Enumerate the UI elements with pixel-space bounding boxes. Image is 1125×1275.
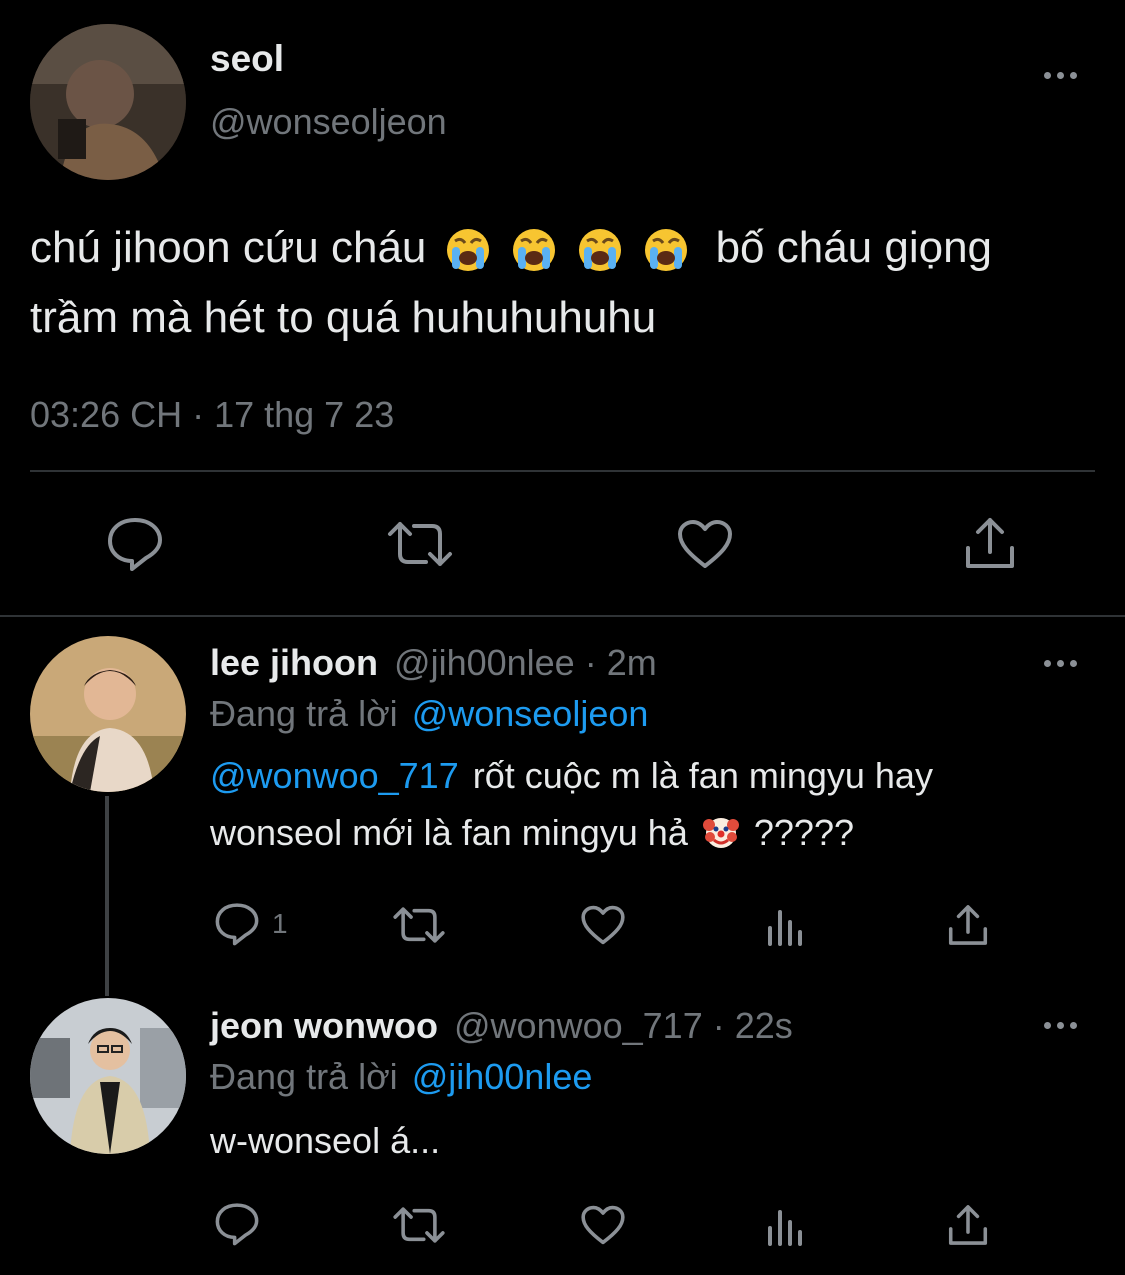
- like-icon[interactable]: [676, 518, 734, 570]
- reply1-meta[interactable]: @jih00nlee · 2m: [394, 642, 657, 683]
- reply2-more-options-icon[interactable]: [1044, 1022, 1077, 1029]
- reply1-header: lee jihoon @jih00nlee · 2m: [210, 642, 657, 684]
- loudly-crying-face-icon: [446, 229, 489, 272]
- reply1-reply-count: 1: [272, 908, 288, 939]
- loudly-crying-face-icon: [645, 229, 688, 272]
- reply2-retweet-icon[interactable]: [392, 1204, 446, 1246]
- reply1-reply-icon[interactable]: [214, 902, 260, 946]
- replying-to-link[interactable]: @wonseoljeon: [412, 693, 649, 734]
- replying-prefix: Đang trả lời: [210, 693, 398, 734]
- reply2-text: w-wonseol á...: [210, 1120, 441, 1161]
- avatar-jeon-wonwoo[interactable]: [30, 998, 186, 1154]
- avatar-seol-image: [30, 24, 186, 180]
- reply1-display-name[interactable]: lee jihoon: [210, 642, 378, 683]
- reply1-text-line2-main: wonseol mới là fan mingyu hả: [210, 812, 688, 853]
- reply2-reply-icon[interactable]: [214, 1202, 260, 1246]
- clown-face-icon: [702, 818, 739, 848]
- handle[interactable]: @wonseoljeon: [210, 101, 447, 143]
- section-divider: [0, 615, 1125, 617]
- display-name[interactable]: seol: [210, 38, 284, 80]
- reply1-more-options-icon[interactable]: [1044, 660, 1077, 667]
- reply1-text-line1: @wonwoo_717 rốt cuộc m là fan mingyu hay: [210, 755, 933, 797]
- crying-emoji-group: [445, 222, 690, 274]
- share-icon[interactable]: [962, 514, 1018, 572]
- avatar-seol[interactable]: [30, 24, 186, 180]
- loudly-crying-face-icon: [512, 229, 555, 272]
- tweet-text-part2: bố cháu giọng: [715, 223, 993, 272]
- reply2-display-name[interactable]: jeon wonwoo: [210, 1005, 438, 1046]
- more-options-icon[interactable]: [1044, 72, 1077, 79]
- reply-icon[interactable]: [106, 516, 164, 572]
- tweet-text-line1: chú jihoon cứu cháu bố cháu giọng: [30, 222, 992, 274]
- reply1-share-icon[interactable]: [946, 902, 990, 948]
- reply2-like-icon[interactable]: [580, 1204, 626, 1246]
- reply1-like-icon[interactable]: [580, 904, 626, 946]
- reply1-replying-to: Đang trả lời @wonseoljeon: [210, 693, 648, 735]
- reply1-retweet-icon[interactable]: [392, 904, 446, 946]
- reply2-meta[interactable]: @wonwoo_717 · 22s: [454, 1005, 793, 1046]
- mention-link[interactable]: @wonwoo_717: [210, 755, 459, 796]
- avatar-lee-jihoon[interactable]: [30, 636, 186, 792]
- replying-prefix: Đang trả lời: [210, 1056, 398, 1097]
- tweet-text-line2: trầm mà hét to quá huhuhuhuhu: [30, 293, 657, 342]
- reply2-share-icon[interactable]: [946, 1202, 990, 1248]
- reply1-views-icon[interactable]: [766, 904, 806, 946]
- loudly-crying-face-icon: [579, 229, 622, 272]
- reply1-text-line2-suffix: ?????: [753, 812, 854, 853]
- avatar-lee-jihoon-image: [30, 636, 186, 792]
- retweet-icon[interactable]: [386, 518, 454, 570]
- reply2-views-icon[interactable]: [766, 1204, 806, 1246]
- tweet-text-part1: chú jihoon cứu cháu: [30, 223, 427, 272]
- reply1-text-line2: wonseol mới là fan mingyu hả ?????: [210, 812, 854, 854]
- replying-to-link[interactable]: @jih00nlee: [412, 1056, 593, 1097]
- avatar-jeon-wonwoo-image: [30, 998, 186, 1154]
- reply2-replying-to: Đang trả lời @jih00nlee: [210, 1056, 592, 1098]
- timestamp[interactable]: 03:26 CH · 17 thg 7 23: [30, 394, 394, 436]
- reply2-header: jeon wonwoo @wonwoo_717 · 22s: [210, 1005, 793, 1047]
- reply1-text-rest: rốt cuộc m là fan mingyu hay: [472, 755, 933, 796]
- thread-line: [105, 796, 109, 996]
- divider: [30, 470, 1095, 472]
